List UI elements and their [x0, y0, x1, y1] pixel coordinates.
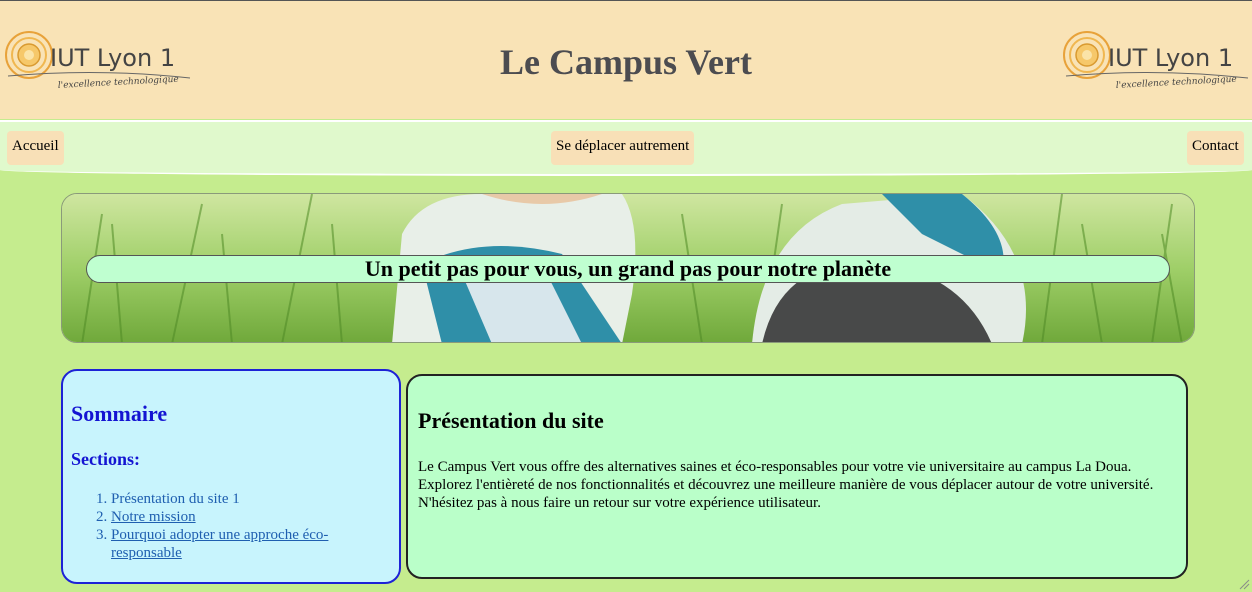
presentation-title: Présentation du site: [418, 408, 604, 433]
banner-tagline: Un petit pas pour vous, un grand pas pou…: [86, 255, 1170, 283]
section-link-mission[interactable]: Notre mission: [111, 509, 196, 525]
main-nav: Accueil Se déplacer autrement Contact: [0, 120, 1252, 176]
logo-name: IUT Lyon 1: [1108, 44, 1233, 72]
sections-list: Présentation du site 1 Notre mission Pou…: [71, 490, 391, 562]
nav-item-se-deplacer[interactable]: Se déplacer autrement: [551, 131, 695, 165]
nav-item-accueil[interactable]: Accueil: [7, 131, 64, 165]
presentation-text: Le Campus Vert vous offre des alternativ…: [418, 459, 1154, 511]
nav-item-contact[interactable]: Contact: [1187, 131, 1244, 165]
logo-tagline: l'excellence technologique: [1116, 75, 1237, 91]
resize-grip-icon[interactable]: [1238, 578, 1250, 590]
sommaire-title: Sommaire: [71, 401, 168, 426]
sommaire-panel: Sommaire Sections: Présentation du site …: [61, 369, 401, 584]
list-item: Présentation du site 1: [111, 490, 391, 508]
iut-logo-graphic: IUT Lyon 1 l'excellence technologique: [1063, 31, 1249, 91]
hero-banner: Un petit pas pour vous, un grand pas pou…: [61, 193, 1195, 343]
list-item: Notre mission: [111, 508, 391, 526]
site-header: IUT Lyon 1 l'excellence technologique Le…: [0, 0, 1252, 119]
sections-heading: Sections:: [71, 449, 140, 469]
section-link-eco[interactable]: Pourquoi adopter une approche éco-respon…: [111, 527, 328, 561]
section-link-presentation[interactable]: Présentation du site 1: [111, 491, 240, 507]
presentation-panel: Présentation du site Le Campus Vert vous…: [406, 374, 1188, 579]
list-item: Pourquoi adopter une approche éco-respon…: [111, 526, 391, 562]
iut-lyon1-logo-right[interactable]: IUT Lyon 1 l'excellence technologique: [1062, 28, 1252, 92]
